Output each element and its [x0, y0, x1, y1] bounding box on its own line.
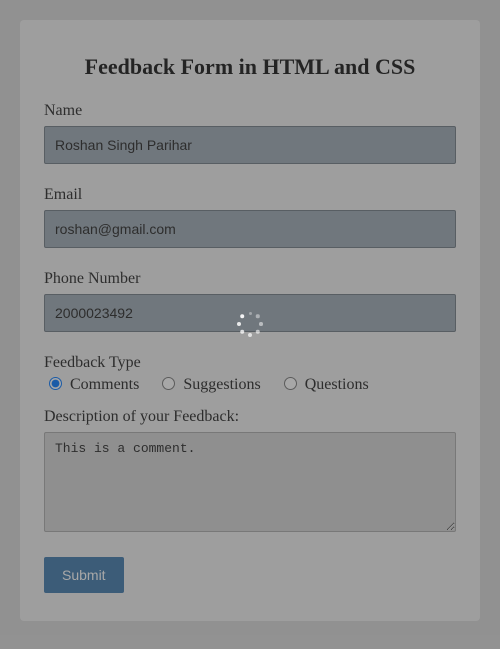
radio-questions-text: Questions — [305, 376, 369, 393]
feedback-type-label: Feedback Type — [44, 354, 456, 372]
name-label: Name — [44, 102, 456, 120]
form-title: Feedback Form in HTML and CSS — [44, 54, 456, 80]
description-textarea[interactable] — [44, 432, 456, 532]
radio-comments-text: Comments — [70, 376, 139, 393]
radio-suggestions-text: Suggestions — [183, 376, 260, 393]
description-label: Description of your Feedback: — [44, 408, 456, 426]
submit-button[interactable]: Submit — [44, 557, 124, 593]
radio-comments-label[interactable]: Comments — [44, 376, 143, 393]
feedback-card: Feedback Form in HTML and CSS Name Email… — [20, 20, 480, 621]
radio-questions[interactable] — [284, 377, 297, 390]
email-input[interactable] — [44, 210, 456, 248]
phone-label: Phone Number — [44, 270, 456, 288]
radio-questions-label[interactable]: Questions — [279, 376, 369, 393]
feedback-type-group: Comments Suggestions Questions — [44, 374, 456, 394]
radio-comments[interactable] — [49, 377, 62, 390]
phone-input[interactable] — [44, 294, 456, 332]
name-input[interactable] — [44, 126, 456, 164]
radio-suggestions[interactable] — [162, 377, 175, 390]
email-label: Email — [44, 186, 456, 204]
radio-suggestions-label[interactable]: Suggestions — [157, 376, 264, 393]
